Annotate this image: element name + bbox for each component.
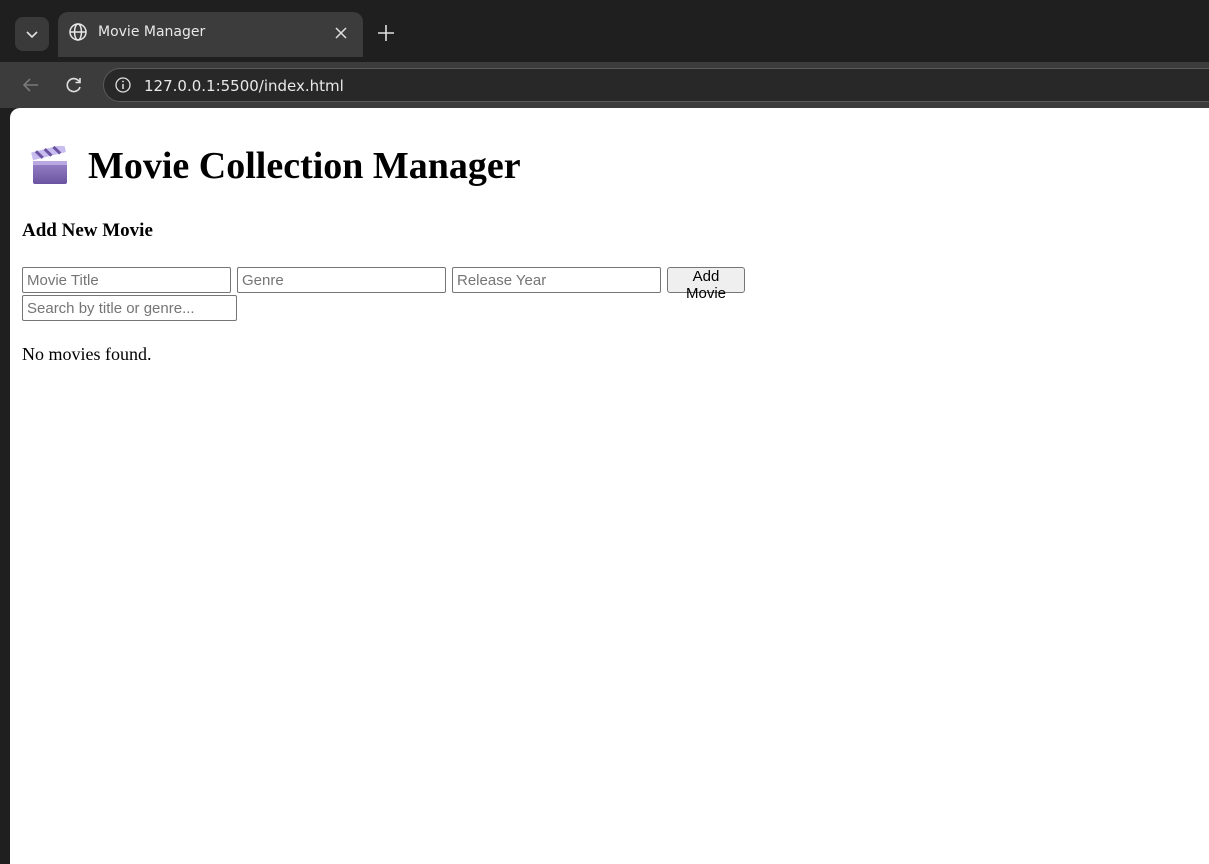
search-row: [22, 295, 237, 321]
add-movie-heading: Add New Movie: [22, 220, 153, 241]
page-viewport: Movie Collection Manager Add New Movie A…: [10, 108, 1209, 864]
empty-list-message: No movies found.: [22, 344, 152, 364]
address-bar[interactable]: 127.0.0.1:5500/index.html: [103, 68, 1209, 102]
info-icon[interactable]: [114, 76, 132, 94]
reload-button[interactable]: [60, 71, 88, 99]
plus-icon: [378, 25, 394, 41]
tab-search-button[interactable]: [15, 17, 49, 51]
tab-title: Movie Manager: [98, 24, 206, 40]
tab-strip: Movie Manager: [0, 0, 1209, 62]
new-tab-button[interactable]: [372, 19, 400, 47]
address-url: 127.0.0.1:5500/index.html: [144, 77, 344, 95]
release-year-input[interactable]: [452, 267, 661, 293]
add-movie-button[interactable]: Add Movie: [667, 267, 746, 302]
back-button[interactable]: [17, 71, 45, 99]
chevron-down-icon: [26, 31, 38, 39]
movie-title-input[interactable]: [22, 267, 231, 293]
search-input[interactable]: [22, 295, 237, 321]
page-title-text: Movie Collection Manager: [88, 145, 521, 187]
arrow-left-icon: [22, 78, 38, 92]
reload-icon: [66, 77, 81, 93]
add-movie-form: Add Movie: [22, 267, 746, 302]
genre-input[interactable]: [237, 267, 446, 293]
close-icon: [335, 27, 347, 39]
clapper-board-icon: [31, 146, 67, 184]
tab-movie-manager[interactable]: Movie Manager: [58, 12, 363, 57]
browser-toolbar: 127.0.0.1:5500/index.html: [0, 62, 1209, 108]
globe-icon: [69, 23, 87, 41]
tab-close-button[interactable]: [329, 21, 353, 45]
page-title: Movie Collection Manager: [30, 144, 521, 188]
browser-window: Movie Manager 127.0.0.1:5500/index.html …: [0, 0, 1209, 864]
